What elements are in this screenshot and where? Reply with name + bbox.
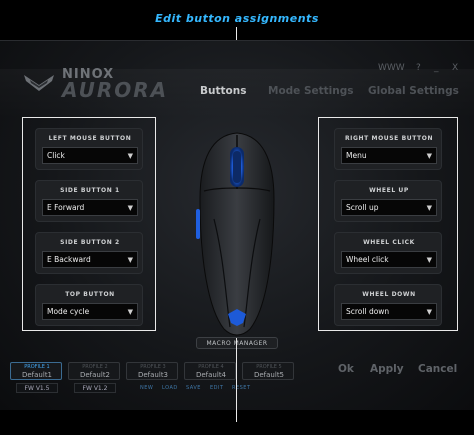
dropdown-arrow-icon: ▼: [127, 152, 133, 160]
wheel-up-label: WHEEL UP: [369, 187, 409, 194]
profile-1-name: Default1: [21, 371, 53, 379]
side-button-2-select[interactable]: E Backward ▼: [42, 251, 138, 268]
profile-5-button[interactable]: PROFILE 5 Default5: [242, 362, 294, 380]
tab-buttons[interactable]: Buttons: [200, 85, 246, 97]
profile-2-label: PROFILE 2: [82, 364, 108, 370]
profile-1-label: PROFILE 1: [24, 364, 50, 370]
side-button-1-select[interactable]: E Forward ▼: [42, 199, 138, 216]
dropdown-arrow-icon: ▼: [127, 204, 133, 212]
website-button[interactable]: WWW: [378, 63, 405, 73]
wheel-click-group: WHEEL CLICK Wheel click ▼: [334, 232, 442, 274]
profile-2-name: Default2: [79, 371, 111, 379]
top-button-group: TOP BUTTON Mode cycle ▼: [35, 284, 143, 326]
firmware-version-2: FW V1.2: [74, 383, 116, 393]
profile-3-label: PROFILE 3: [140, 364, 166, 370]
close-button[interactable]: X: [452, 63, 458, 73]
tab-bar: Buttons Mode Settings Global Settings: [0, 85, 474, 105]
profile-3-button[interactable]: PROFILE 3 Default3: [126, 362, 178, 380]
profile-3-name: Default3: [137, 371, 169, 379]
side-button-2-label: SIDE BUTTON 2: [60, 239, 120, 246]
dropdown-arrow-icon: ▼: [426, 204, 432, 212]
side-button-led-icon: [196, 209, 200, 239]
profile-5-label: PROFILE 5: [256, 364, 282, 370]
wheel-up-group: WHEEL UP Scroll up ▼: [334, 180, 442, 222]
side-button-1-value: E Forward: [47, 203, 85, 212]
profile-reset-button[interactable]: RESET: [232, 385, 251, 391]
left-mouse-button-select[interactable]: Click ▼: [42, 147, 138, 164]
callout-edit-button-assignments: Edit button assignments: [155, 12, 319, 25]
right-mouse-button-group: RIGHT MOUSE BUTTON Menu ▼: [334, 128, 442, 170]
wheel-up-select[interactable]: Scroll up ▼: [341, 199, 437, 216]
dropdown-arrow-icon: ▼: [426, 308, 432, 316]
dropdown-arrow-icon: ▼: [426, 152, 432, 160]
profile-save-button[interactable]: SAVE: [186, 385, 201, 391]
right-mouse-button-select[interactable]: Menu ▼: [341, 147, 437, 164]
wheel-down-value: Scroll down: [346, 307, 390, 316]
wheel-click-select[interactable]: Wheel click ▼: [341, 251, 437, 268]
help-button[interactable]: ?: [416, 63, 421, 73]
dropdown-arrow-icon: ▼: [127, 256, 133, 264]
profile-1-button[interactable]: PROFILE 1 Default1: [10, 362, 62, 380]
right-mouse-button-label: RIGHT MOUSE BUTTON: [344, 135, 434, 142]
profile-new-button[interactable]: NEW: [140, 385, 153, 391]
profile-5-name: Default5: [253, 371, 285, 379]
side-button-2-group: SIDE BUTTON 2 E Backward ▼: [35, 232, 143, 274]
wheel-down-label: WHEEL DOWN: [362, 291, 416, 298]
dropdown-arrow-icon: ▼: [127, 308, 133, 316]
left-button-panel: LEFT MOUSE BUTTON Click ▼ SIDE BUTTON 1 …: [22, 117, 156, 331]
top-button-value: Mode cycle: [47, 307, 90, 316]
left-mouse-button-label: LEFT MOUSE BUTTON: [48, 135, 132, 142]
wheel-click-label: WHEEL CLICK: [363, 239, 415, 246]
wheel-up-value: Scroll up: [346, 203, 379, 212]
macro-manager-button[interactable]: MACRO MANAGER: [196, 337, 278, 349]
top-button-label: TOP BUTTON: [65, 291, 115, 298]
side-button-1-label: SIDE BUTTON 1: [60, 187, 120, 194]
right-mouse-button-value: Menu: [346, 151, 367, 160]
top-button-select[interactable]: Mode cycle ▼: [42, 303, 138, 320]
profile-2-button[interactable]: PROFILE 2 Default2: [68, 362, 120, 380]
side-button-2-value: E Backward: [47, 255, 91, 264]
dropdown-arrow-icon: ▼: [426, 256, 432, 264]
right-button-panel: RIGHT MOUSE BUTTON Menu ▼ WHEEL UP Scrol…: [318, 117, 458, 331]
apply-button[interactable]: Apply: [370, 363, 404, 375]
cancel-button[interactable]: Cancel: [418, 363, 457, 375]
profile-4-name: Default4: [195, 371, 227, 379]
app-window: NINOX AURORA WWW ? _ X Buttons Mode Sett…: [0, 40, 474, 410]
side-button-1-group: SIDE BUTTON 1 E Forward ▼: [35, 180, 143, 222]
ok-button[interactable]: Ok: [338, 363, 354, 375]
tab-mode-settings[interactable]: Mode Settings: [268, 85, 354, 97]
wheel-down-select[interactable]: Scroll down ▼: [341, 303, 437, 320]
left-mouse-button-value: Click: [47, 151, 65, 160]
mouse-illustration: [196, 132, 275, 336]
firmware-version-1: FW V1.5: [16, 383, 58, 393]
left-mouse-button-group: LEFT MOUSE BUTTON Click ▼: [35, 128, 143, 170]
minimize-button[interactable]: _: [434, 63, 439, 73]
tab-global-settings[interactable]: Global Settings: [368, 85, 459, 97]
wheel-down-group: WHEEL DOWN Scroll down ▼: [334, 284, 442, 326]
profile-edit-button[interactable]: EDIT: [210, 385, 224, 391]
profile-4-button[interactable]: PROFILE 4 Default4: [184, 362, 236, 380]
wheel-click-value: Wheel click: [346, 255, 389, 264]
profile-load-button[interactable]: LOAD: [162, 385, 178, 391]
callout-line-bottom: [236, 338, 237, 422]
profile-4-label: PROFILE 4: [198, 364, 224, 370]
